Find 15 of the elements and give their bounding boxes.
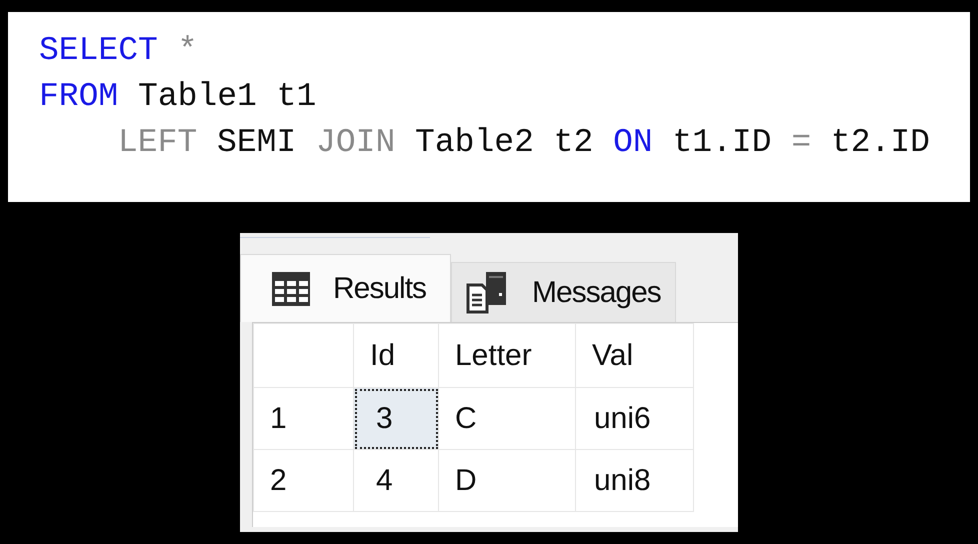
table-cell[interactable]: D (438, 450, 576, 512)
table-icon (271, 270, 311, 306)
results-tab[interactable]: Results (240, 254, 452, 322)
code-line: LEFT SEMI JOIN Table2 t2 ON t1.ID = t2.ID (117, 123, 931, 163)
column-header[interactable]: Val (576, 324, 694, 388)
code-line: FROM Table1 t1 (39, 77, 318, 117)
code-line: SELECT * (39, 31, 198, 71)
row-number: 2 (254, 450, 354, 512)
column-header[interactable]: Letter (438, 324, 576, 388)
table-cell[interactable]: 4 (354, 450, 438, 512)
results-tab[interactable]: Messages (451, 262, 676, 322)
table-cell[interactable]: C (438, 388, 576, 450)
table-cell[interactable]: uni6 (576, 388, 694, 450)
table-cell[interactable]: 3 (354, 388, 438, 450)
table-cell[interactable]: uni8 (576, 450, 694, 512)
